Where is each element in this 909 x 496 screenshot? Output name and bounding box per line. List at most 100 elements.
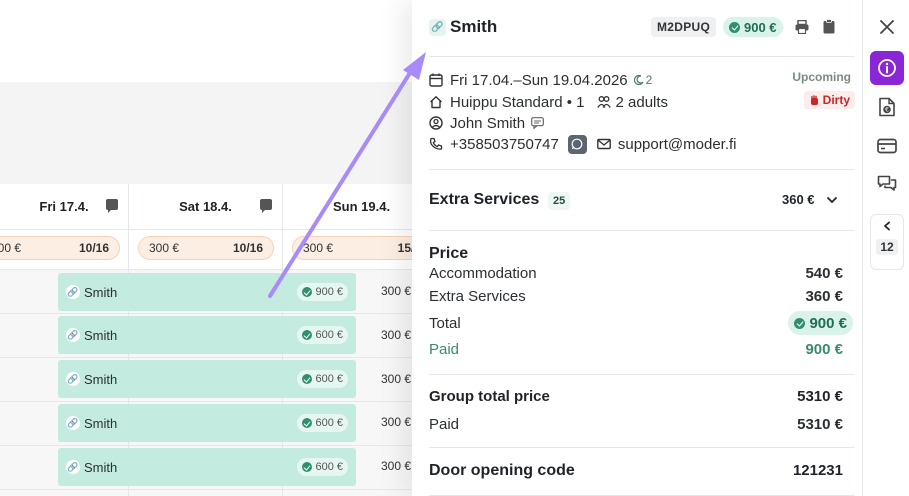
room-and-guests: Huippu Standard • 1 2 adults — [429, 92, 668, 112]
cell-price: 300 € — [381, 284, 412, 298]
check-icon — [302, 287, 313, 297]
chevron-down-icon[interactable] — [826, 194, 838, 206]
extra-services-section[interactable]: Extra Services 25 360 € — [429, 170, 855, 231]
close-icon — [880, 20, 894, 34]
booking-bar[interactable]: 🔗 Smith 600 € — [58, 404, 356, 442]
calendar-header-area — [0, 82, 412, 184]
calendar-toolbar-area — [0, 0, 412, 82]
occupancy-pill[interactable]: 300 € 10/16 — [0, 236, 120, 260]
home-icon — [430, 96, 442, 109]
messages-tab-button[interactable] — [870, 167, 904, 201]
check-icon — [302, 462, 313, 472]
cleaning-status[interactable]: Dirty — [803, 91, 855, 109]
occupancy-pill[interactable]: 300 € 10/16 — [138, 236, 274, 260]
extra-services-amount: 360 € — [782, 192, 815, 207]
cell-price: 300 € — [381, 415, 412, 429]
booking-info: Fri 17.04.–Sun 19.04.2026 2 Upcoming Hui… — [429, 57, 855, 170]
occupancy-row: 300 € 10/16 300 € 10/16 300 € 15/1 — [0, 230, 412, 270]
contact-person: John Smith — [429, 113, 544, 133]
paid-badge: 600 € — [297, 326, 348, 344]
section-title: Extra Services — [429, 191, 540, 208]
day-price: 300 € — [0, 241, 22, 255]
booking-bar[interactable]: 🔗 Smith 600 € — [58, 360, 356, 398]
booking-bar[interactable]: 🔗 Smith 900 € — [58, 273, 356, 311]
mail-icon — [596, 138, 611, 150]
booking-detail-panel: 🔗 Smith M2DPUQ 900 € Fri 17.04.–Sun 19.0… — [412, 0, 862, 496]
link-icon: 🔗 — [66, 328, 80, 342]
panel-header: 🔗 Smith M2DPUQ 900 € — [429, 0, 855, 57]
chat-icon — [877, 175, 897, 191]
info-tab-button[interactable] — [870, 51, 904, 85]
extra-services-count: 25 — [548, 192, 571, 210]
check-icon — [794, 317, 806, 329]
day-occupancy: 15/1 — [397, 241, 412, 255]
occupancy-pill[interactable]: 300 € 15/1 — [292, 236, 412, 260]
clipboard-icon[interactable] — [823, 19, 835, 34]
check-icon — [302, 374, 313, 384]
door-code-row: Door opening code 121231 — [429, 462, 843, 479]
booking-bar[interactable]: 🔗 Smith 600 € — [58, 316, 356, 354]
day-header-label: Sat 18.4. — [179, 199, 232, 214]
whatsapp-icon[interactable] — [567, 134, 587, 154]
comment-icon[interactable] — [260, 199, 272, 213]
day-header-fri[interactable]: Fri 17.4. — [0, 184, 129, 230]
right-rail: € 12 — [862, 0, 909, 496]
comment-icon[interactable] — [106, 199, 118, 213]
guest-name: Smith — [450, 17, 498, 36]
paid-badge: 600 € — [297, 458, 348, 476]
calendar-background: Fri 17.4. Sat 18.4. Sun 19.4. 300 € 10/1… — [0, 0, 412, 496]
paid-badge: 600 € — [297, 414, 348, 432]
group-total-row: Group total price 5310 € — [429, 388, 843, 405]
day-header-sat[interactable]: Sat 18.4. — [129, 184, 283, 230]
link-icon: 🔗 — [66, 416, 80, 430]
total-paid-pill: 900 € — [788, 311, 853, 335]
booking-bar[interactable]: 🔗 Smith 600 € — [58, 448, 356, 486]
day-price: 300 € — [149, 241, 180, 255]
user-circle-icon — [429, 116, 443, 130]
cell-price: 300 € — [381, 459, 412, 473]
cell-price: 300 € — [381, 328, 412, 342]
contact-details: +358503750747 support@moder.fi — [429, 134, 737, 154]
payment-tab-button[interactable] — [870, 129, 904, 163]
invoice-tab-button[interactable]: € — [870, 90, 904, 124]
price-row-accommodation: Accommodation 540 € — [429, 265, 843, 282]
link-icon: 🔗 — [429, 19, 446, 36]
day-header-sun[interactable]: Sun 19.4. — [283, 184, 412, 230]
price-row-total: Total 900 € — [429, 311, 855, 335]
group-price-section: Group total price 5310 € Paid 5310 € — [429, 375, 855, 448]
svg-text:€: € — [885, 107, 889, 114]
hand-icon — [810, 94, 818, 105]
booking-dates: Fri 17.04.–Sun 19.04.2026 2 — [429, 70, 652, 90]
day-price: 300 € — [303, 241, 334, 255]
day-header-label: Sun 19.4. — [333, 199, 391, 214]
link-icon: 🔗 — [66, 285, 80, 299]
day-occupancy: 10/16 — [232, 241, 263, 255]
link-icon: 🔗 — [66, 372, 80, 386]
link-icon: 🔗 — [66, 460, 80, 474]
paid-badge: 900 € — [723, 17, 783, 37]
booking-guest: Smith — [84, 459, 118, 475]
day-header-label: Fri 17.4. — [39, 199, 89, 214]
check-icon — [729, 21, 740, 33]
booking-guest: Smith — [84, 327, 118, 343]
credit-card-icon — [877, 138, 897, 154]
message-icon[interactable] — [531, 117, 544, 129]
booking-guest: Smith — [84, 415, 118, 431]
chevron-left-icon — [884, 221, 890, 231]
group-paid-row: Paid 5310 € — [429, 416, 843, 433]
nights-count: 2 — [633, 73, 652, 87]
booking-status: Upcoming — [792, 70, 851, 84]
calendar-icon — [429, 73, 443, 87]
phone-icon — [429, 137, 443, 150]
price-row-extra-services: Extra Services 360 € — [429, 288, 843, 305]
euro-document-icon: € — [879, 97, 895, 117]
collapse-count-badge: 12 — [876, 239, 898, 255]
paid-badge: 600 € — [297, 370, 348, 388]
close-button[interactable] — [870, 10, 904, 44]
info-icon — [878, 59, 896, 77]
booking-code[interactable]: M2DPUQ — [651, 17, 717, 37]
print-icon[interactable] — [795, 20, 809, 34]
collapse-panel-button[interactable]: 12 — [870, 214, 904, 270]
cell-price: 300 € — [381, 372, 412, 386]
section-title: Price — [429, 245, 469, 262]
